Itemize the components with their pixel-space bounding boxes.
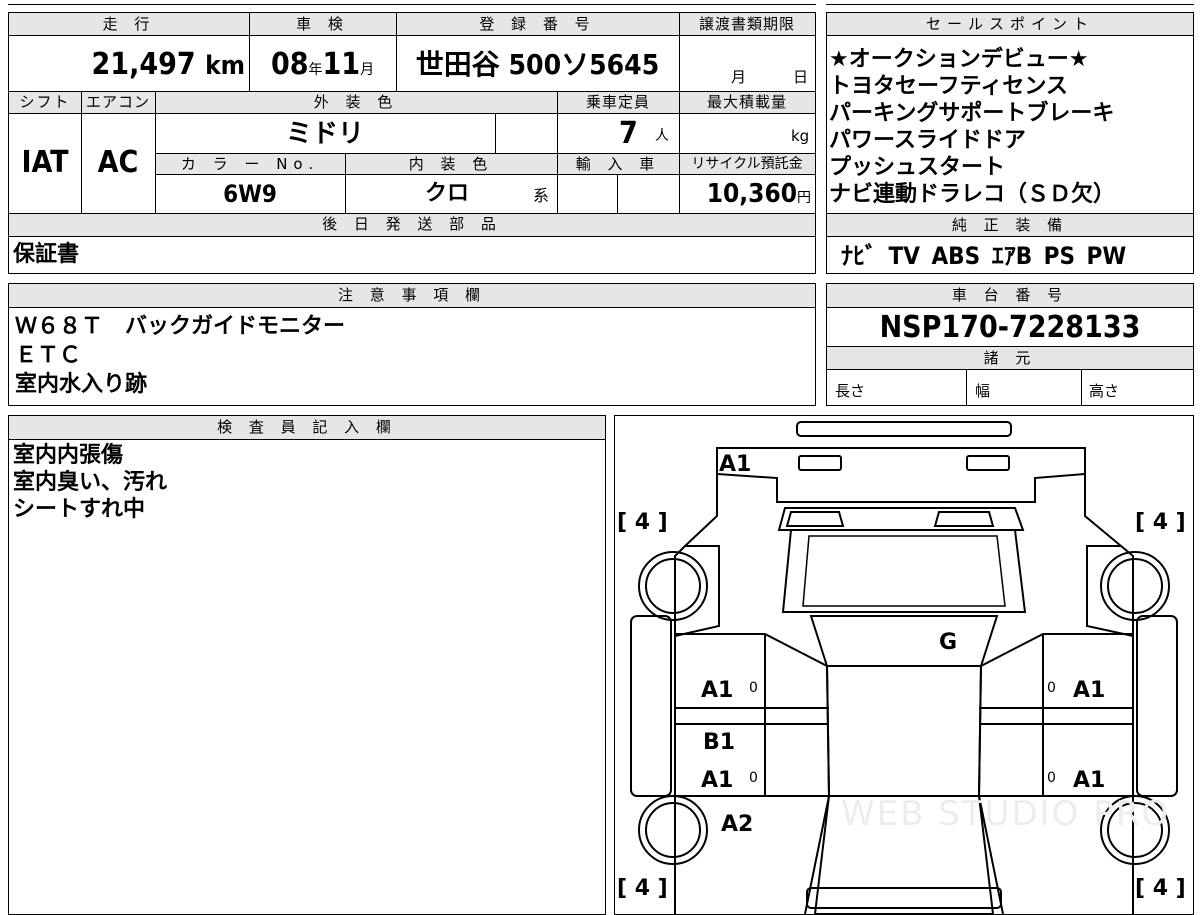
registration-header: 登 録 番 号	[396, 13, 679, 36]
notes-list: Ｗ６８Ｔ バックガイドモニター ＥＴＣ 室内水入り跡	[15, 312, 805, 399]
rear-damage-mark: A1	[719, 452, 752, 477]
import-header: 輸 入 車	[557, 153, 679, 174]
left-rear-door-mark: A1	[701, 768, 734, 793]
watermark: WEB STUDIO PRO	[841, 794, 1171, 834]
transfer-header: 譲渡書類期限	[679, 13, 815, 36]
inspector-note-item: 室内内張傷	[13, 443, 124, 468]
sales-points-list: ★オークションデビュー★ トヨタセーフティセンス パーキングサポートブレーキ パ…	[829, 46, 1191, 208]
color-no-value: 6W9	[223, 180, 277, 208]
note-item: ＥＴＣ	[15, 343, 82, 368]
interior-color-value: クロ 系	[425, 181, 550, 206]
right-rear-door-mark: A1	[1073, 768, 1106, 793]
left-rear-fender-mark: A2	[721, 812, 754, 837]
inspector-notes-list: 室内内張傷 室内臭い、汚れ シートすれ中	[13, 442, 593, 523]
mileage-header: 走 行	[9, 13, 249, 36]
aircon-header: エアコン	[81, 91, 155, 113]
notes-header: 注 意 事 項 欄	[9, 284, 815, 307]
zero-mark: 0	[749, 680, 758, 696]
transfer-month-unit: 月	[731, 68, 747, 86]
registration-value: 世田谷 500ソ5645	[415, 48, 660, 81]
sales-points-header: セールスポイント	[827, 13, 1193, 36]
capacity-header: 乗車定員	[557, 91, 679, 113]
spec-length: 長さ	[835, 382, 866, 400]
shift-header: シフト	[9, 91, 81, 113]
aircon-value: AC	[97, 145, 139, 180]
inspection-header: 車 検	[249, 13, 396, 36]
chassis-panel: 車 台 番 号 NSP170-7228133 諸 元 長さ 幅 高さ	[826, 283, 1194, 406]
shift-value: IAT	[21, 145, 69, 180]
mileage-value: 21,497 km	[91, 47, 245, 82]
note-item: Ｗ６８Ｔ バックガイドモニター	[15, 314, 346, 339]
transfer-day-unit: 日	[793, 68, 809, 86]
interior-color-header: 内 装 色	[345, 153, 557, 174]
top-border	[8, 4, 816, 5]
capacity-value: 7 人	[619, 116, 669, 151]
zero-mark: 0	[1047, 770, 1056, 786]
chassis-number-header: 車 台 番 号	[827, 284, 1193, 307]
notes-panel: 注 意 事 項 欄 Ｗ６８Ｔ バックガイドモニター ＥＴＣ 室内水入り跡	[8, 283, 816, 406]
sales-point-item: ナビ連動ドラレコ（ＳＤ欠）	[829, 182, 1116, 207]
exterior-color-header: 外 装 色	[155, 91, 557, 113]
chassis-number-value: NSP170-7228133	[879, 310, 1141, 345]
car-diagram-panel: A1 G A1 B1 A1 A2 A1 A1 0 0 0 0 [ 4 ] [ 4…	[614, 415, 1194, 915]
spec-width: 幅	[975, 382, 991, 400]
inspector-header: 検 査 員 記 入 欄	[9, 416, 605, 439]
recycle-value: 10,360円	[706, 179, 811, 209]
top-border-right	[826, 4, 1194, 5]
right-front-door-mark: A1	[1073, 678, 1106, 703]
sales-point-item: パワースライドドア	[829, 128, 1026, 153]
specs-header: 諸 元	[827, 347, 1193, 369]
tire-mark-left-front: [ 4 ]	[617, 876, 668, 901]
tire-mark-right-front: [ 4 ]	[1135, 876, 1186, 901]
sales-points-panel: セールスポイント ★オークションデビュー★ トヨタセーフティセンス パーキングサ…	[826, 12, 1194, 274]
genuine-equipment-value: ﾅﾋﾞ TV ABS ｴｱB PS PW	[841, 242, 1127, 270]
parts-later-header: 後 日 発 送 部 品	[9, 213, 815, 236]
transfer-deadline: 月 日	[679, 36, 815, 91]
sales-point-item: トヨタセーフティセンス	[829, 74, 1068, 99]
zero-mark: 0	[1047, 680, 1056, 696]
note-item: 室内水入り跡	[15, 372, 148, 397]
max-load-value: kg	[791, 127, 810, 145]
left-front-door-mark: A1	[701, 678, 734, 703]
genuine-equipment-header: 純 正 装 備	[827, 214, 1193, 236]
left-pillar-mark: B1	[703, 730, 736, 755]
vehicle-info-panel: 走 行 車 検 登 録 番 号 譲渡書類期限 21,497 km 08年11月 …	[8, 12, 816, 274]
inspection-value: 08年11月	[270, 47, 375, 82]
sales-point-item: ★オークションデビュー★	[829, 47, 1089, 72]
exterior-color-value: ミドリ	[285, 119, 364, 149]
glass-damage-mark: G	[939, 630, 958, 655]
tire-mark-left-rear: [ 4 ]	[617, 510, 668, 535]
tire-mark-right-rear: [ 4 ]	[1135, 510, 1186, 535]
inspector-note-item: シートすれ中	[13, 497, 146, 522]
max-load-header: 最大積載量	[679, 91, 815, 113]
parts-later-value: 保証書	[13, 242, 80, 267]
inspector-note-item: 室内臭い、汚れ	[13, 470, 168, 495]
sales-point-item: プッシュスタート	[829, 155, 1006, 180]
color-no-header: カ ラ ー No.	[155, 153, 345, 174]
zero-mark: 0	[749, 770, 758, 786]
car-diagram	[630, 421, 1178, 914]
spec-height: 高さ	[1089, 382, 1120, 400]
inspector-panel: 検 査 員 記 入 欄 室内内張傷 室内臭い、汚れ シートすれ中	[8, 415, 606, 915]
recycle-header: リサイクル預託金	[679, 153, 815, 174]
sales-point-item: パーキングサポートブレーキ	[829, 101, 1115, 126]
